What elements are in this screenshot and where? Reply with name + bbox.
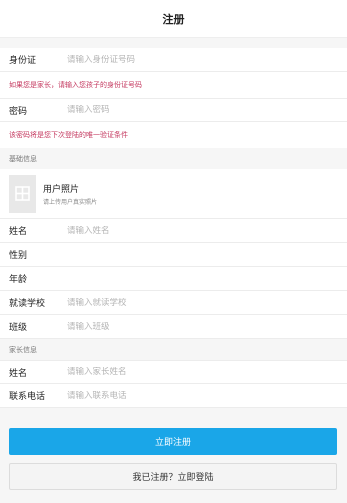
- photo-title: 用户照片: [43, 184, 80, 195]
- gender-label: 性别: [9, 251, 28, 261]
- parent-name-row: 姓名: [0, 360, 347, 384]
- phone-label: 联系电话: [9, 392, 46, 402]
- photo-text: 用户照片 请上传用户真实照片: [43, 182, 97, 206]
- gender-row[interactable]: 性别: [0, 243, 347, 267]
- phone-row: 联系电话: [0, 384, 347, 408]
- register-page: 注册 身份证 如果您是家长，请输入您孩子的身份证号码 密码 该密码将是您下次登陆…: [0, 0, 347, 503]
- page-title: 注册: [162, 12, 185, 26]
- parent-name-input[interactable]: [67, 367, 327, 377]
- login-link-button[interactable]: 我已注册？立即登陆: [9, 463, 337, 490]
- password-hint: 该密码将是您下次登陆的唯一验证条件: [0, 122, 347, 148]
- basic-info-section-title: 基础信息: [0, 148, 347, 169]
- class-input[interactable]: [67, 321, 327, 332]
- class-row: 班级: [0, 315, 347, 339]
- id-card-label: 身份证: [9, 56, 37, 66]
- id-card-row: 身份证: [0, 48, 347, 72]
- id-card-input[interactable]: [67, 54, 327, 65]
- register-button[interactable]: 立即注册: [9, 428, 337, 455]
- password-row: 密码: [0, 98, 347, 122]
- navbar: 注册: [0, 0, 347, 38]
- photo-subtitle: 请上传用户真实照片: [43, 198, 98, 206]
- name-input[interactable]: [67, 225, 327, 236]
- name-row: 姓名: [0, 219, 347, 243]
- id-card-hint: 如果您是家长，请输入您孩子的身份证号码: [0, 72, 347, 98]
- phone-input[interactable]: [67, 390, 327, 401]
- user-photo-row[interactable]: 用户照片 请上传用户真实照片: [0, 169, 347, 219]
- password-input[interactable]: [67, 105, 327, 115]
- parent-info-section-title: 家长信息: [0, 339, 347, 360]
- class-label: 班级: [9, 323, 28, 333]
- school-input[interactable]: [67, 297, 327, 308]
- age-label: 年龄: [9, 275, 28, 285]
- name-label: 姓名: [9, 227, 28, 237]
- image-placeholder-icon[interactable]: [9, 174, 36, 213]
- password-label: 密码: [9, 106, 28, 117]
- parent-name-label: 姓名: [9, 368, 28, 379]
- school-row: 就读学校: [0, 291, 347, 315]
- school-label: 就读学校: [9, 299, 46, 309]
- age-row[interactable]: 年龄: [0, 267, 347, 291]
